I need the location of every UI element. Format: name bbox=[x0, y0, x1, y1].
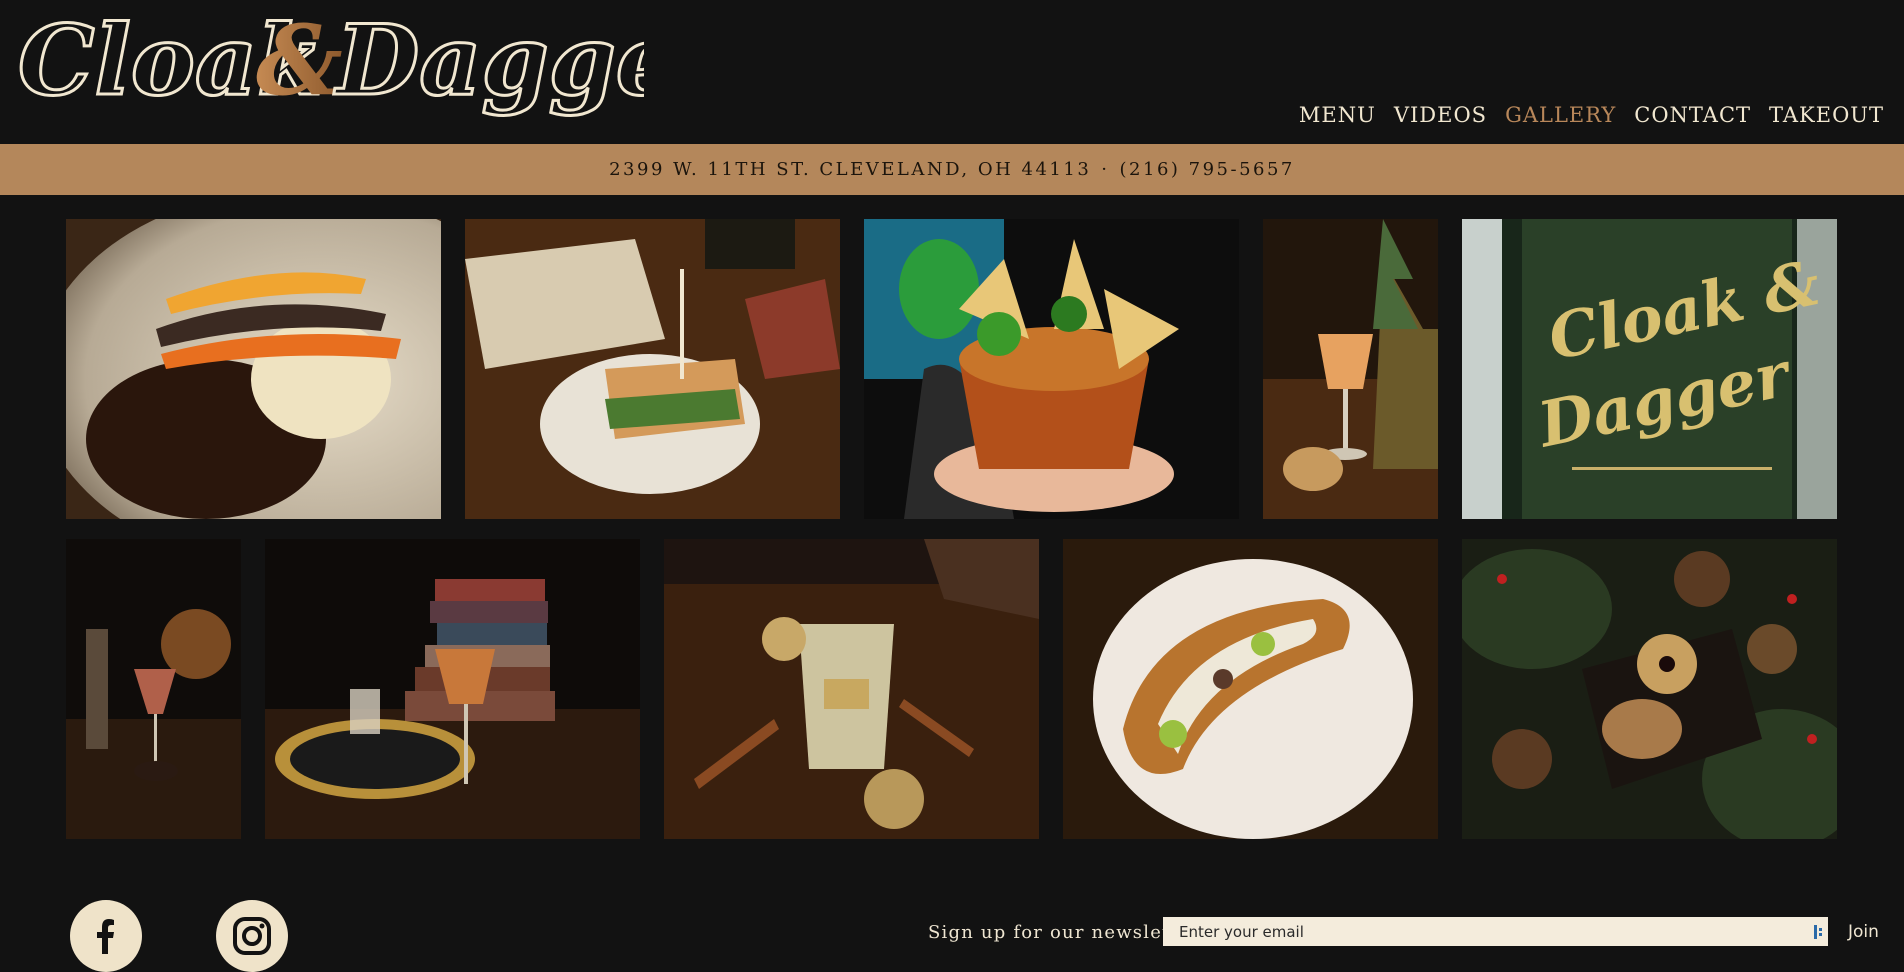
nav-takeout[interactable]: TAKEOUT bbox=[1769, 103, 1884, 127]
address-separator: · bbox=[1101, 159, 1110, 180]
newsletter-label: Sign up for our newsletter bbox=[928, 922, 1201, 943]
site-logo[interactable]: Cloak & Dagger bbox=[14, 2, 645, 126]
gallery-photo-curry-bowl[interactable] bbox=[864, 219, 1239, 519]
svg-text:Dagger: Dagger bbox=[333, 4, 644, 117]
phone-number[interactable]: (216) 795-5657 bbox=[1120, 159, 1295, 180]
nav-gallery[interactable]: GALLERY bbox=[1505, 103, 1616, 127]
main-nav: MENU VIDEOS GALLERY CONTACT TAKEOUT bbox=[1299, 103, 1884, 127]
gallery-photo-sandwich[interactable] bbox=[465, 219, 840, 519]
facebook-icon bbox=[97, 919, 114, 954]
instagram-link[interactable] bbox=[216, 900, 288, 972]
gallery-photo-books-cocktail[interactable] bbox=[265, 539, 640, 839]
autofill-icon[interactable] bbox=[1812, 924, 1826, 940]
site-header: Cloak & Dagger MENU VIDEOS GALLERY CONTA… bbox=[0, 0, 1904, 144]
facebook-link[interactable] bbox=[70, 900, 142, 972]
gallery-photo-hoagie[interactable] bbox=[1063, 539, 1438, 839]
gallery-photo-apple-cocktail[interactable] bbox=[664, 539, 1039, 839]
nav-videos[interactable]: VIDEOS bbox=[1394, 103, 1487, 127]
newsletter-email-input[interactable] bbox=[1163, 917, 1828, 946]
nav-menu[interactable]: MENU bbox=[1299, 103, 1376, 127]
address-bar: 2399 W. 11TH ST. CLEVELAND, OH 44113 · (… bbox=[0, 144, 1904, 195]
address-text[interactable]: 2399 W. 11TH ST. CLEVELAND, OH 44113 bbox=[609, 159, 1091, 180]
gallery-photo-pineapple-cocktail[interactable] bbox=[1263, 219, 1438, 519]
gallery-photo-nut-board[interactable] bbox=[1462, 539, 1837, 839]
instagram-icon bbox=[233, 917, 271, 955]
gallery-photo-globe-cocktail[interactable] bbox=[66, 539, 241, 839]
gallery-photo-short-rib[interactable] bbox=[66, 219, 441, 519]
gallery-photo-window-sign[interactable]: Cloak & Dagger bbox=[1462, 219, 1837, 519]
newsletter-join-button[interactable]: Join bbox=[1848, 922, 1879, 942]
svg-text:&: & bbox=[256, 4, 343, 117]
nav-contact[interactable]: CONTACT bbox=[1634, 103, 1751, 127]
cloak-dagger-logo: Cloak & Dagger bbox=[17, 3, 645, 119]
